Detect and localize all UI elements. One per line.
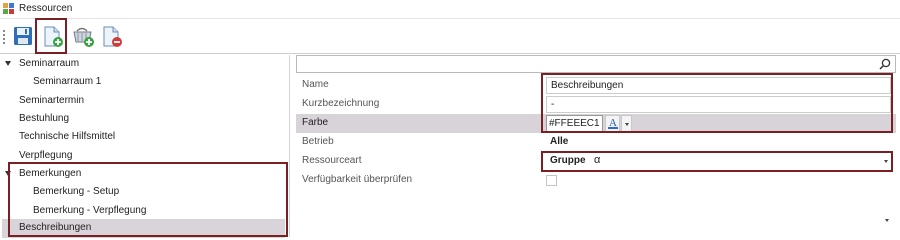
prop-label: Name xyxy=(302,79,329,90)
font-color-dropdown[interactable] xyxy=(621,115,632,132)
search-icon[interactable] xyxy=(879,58,891,70)
name-value: Beschreibungen xyxy=(551,80,624,91)
floppy-disk-icon xyxy=(14,27,32,45)
tree-item-bemerkung-setup[interactable]: Bemerkung - Setup xyxy=(0,183,290,202)
new-document-icon xyxy=(44,26,63,47)
tree-item-label: Bemerkung - Verpflegung xyxy=(33,205,147,216)
tree-item-label: Technische Hilfsmittel xyxy=(19,131,116,142)
prop-row-betrieb: Betrieb Alle xyxy=(296,133,896,222)
expand-arrow-icon[interactable] xyxy=(5,61,11,66)
kurzbezeichnung-value: - xyxy=(551,99,555,110)
property-grid: Name Beschreibungen Kurzbezeichnung - Fa… xyxy=(296,55,900,237)
prop-row-verfuegbarkeit: Verfügbarkeit überprüfen xyxy=(296,171,896,190)
tree-item-label: Bemerkung - Setup xyxy=(33,186,120,197)
tree-item-bemerkungen[interactable]: Bemerkungen xyxy=(0,165,290,184)
toolbar-grip[interactable] xyxy=(3,30,5,44)
remove-resource-button[interactable] xyxy=(97,22,125,51)
name-field[interactable]: Beschreibungen xyxy=(546,77,891,94)
betrieb-value[interactable]: Alle xyxy=(550,136,568,147)
prop-row-name: Name Beschreibungen xyxy=(296,76,896,95)
prop-label: Ressourceart xyxy=(302,155,362,166)
chevron-down-icon[interactable] xyxy=(884,160,888,163)
tree-item-label: Bestuhlung xyxy=(19,113,70,124)
tree-item-seminarraum-1[interactable]: Seminarraum 1 xyxy=(0,73,290,92)
tree-item-beschreibungen[interactable]: Beschreibungen xyxy=(2,219,285,238)
tree-item-label: Seminarraum 1 xyxy=(33,76,102,87)
tree-item-label: Seminarraum xyxy=(19,58,80,69)
prop-row-farbe: Farbe #FFEEEC1 A xyxy=(296,114,896,133)
prop-label: Farbe xyxy=(302,117,329,128)
ressourceart-value: Gruppe xyxy=(550,155,586,166)
prop-label: Betrieb xyxy=(302,136,334,147)
tree-item-label: Bemerkungen xyxy=(19,168,82,179)
prop-row-ressourceart: Ressourceart Gruppe α xyxy=(296,152,896,171)
font-color-button[interactable]: A xyxy=(605,115,620,132)
chevron-down-icon[interactable] xyxy=(885,219,889,222)
color-field[interactable]: #FFEEEC1 xyxy=(546,115,603,132)
expand-arrow-icon[interactable] xyxy=(5,171,11,176)
tree-item-label: Seminartermin xyxy=(19,95,85,106)
tree-item-bestuhlung[interactable]: Bestuhlung xyxy=(0,110,290,129)
prop-label: Kurzbezeichnung xyxy=(302,98,380,109)
tree-item-label: Beschreibungen xyxy=(19,222,92,233)
basket-add-icon xyxy=(73,27,94,47)
tree-item-technische-hilfsmittel[interactable]: Technische Hilfsmittel xyxy=(0,128,290,147)
tree-item-seminartermin[interactable]: Seminartermin xyxy=(0,92,290,111)
new-resource-button[interactable] xyxy=(38,22,66,51)
toolbar xyxy=(0,18,900,54)
verfuegbarkeit-checkbox[interactable] xyxy=(546,175,557,186)
chevron-down-icon xyxy=(625,123,629,126)
delete-document-icon xyxy=(103,26,122,47)
tree-item-label: Verpflegung xyxy=(19,150,73,161)
app-grid-icon xyxy=(3,3,15,15)
color-value: #FFEEEC1 xyxy=(549,118,600,129)
tree-item-seminarraum[interactable]: Seminarraum xyxy=(0,55,290,74)
prop-label: Verfügbarkeit überprüfen xyxy=(302,174,413,185)
title-bar: Ressourcen xyxy=(0,0,900,19)
kurzbezeichnung-field[interactable]: - xyxy=(546,96,891,113)
tree-item-verpflegung[interactable]: Verpflegung xyxy=(0,147,290,166)
save-button[interactable] xyxy=(9,22,37,51)
prop-row-kurzbezeichnung: Kurzbezeichnung - xyxy=(296,95,896,114)
search-input[interactable] xyxy=(296,55,896,73)
resource-tree: Seminarraum Seminarraum 1 Seminartermin … xyxy=(0,55,290,238)
ressourceart-select[interactable]: Gruppe α xyxy=(546,153,891,170)
ressourceart-extra: α xyxy=(594,154,601,166)
window-title: Ressourcen xyxy=(19,3,73,14)
add-basket-button[interactable] xyxy=(69,22,97,51)
